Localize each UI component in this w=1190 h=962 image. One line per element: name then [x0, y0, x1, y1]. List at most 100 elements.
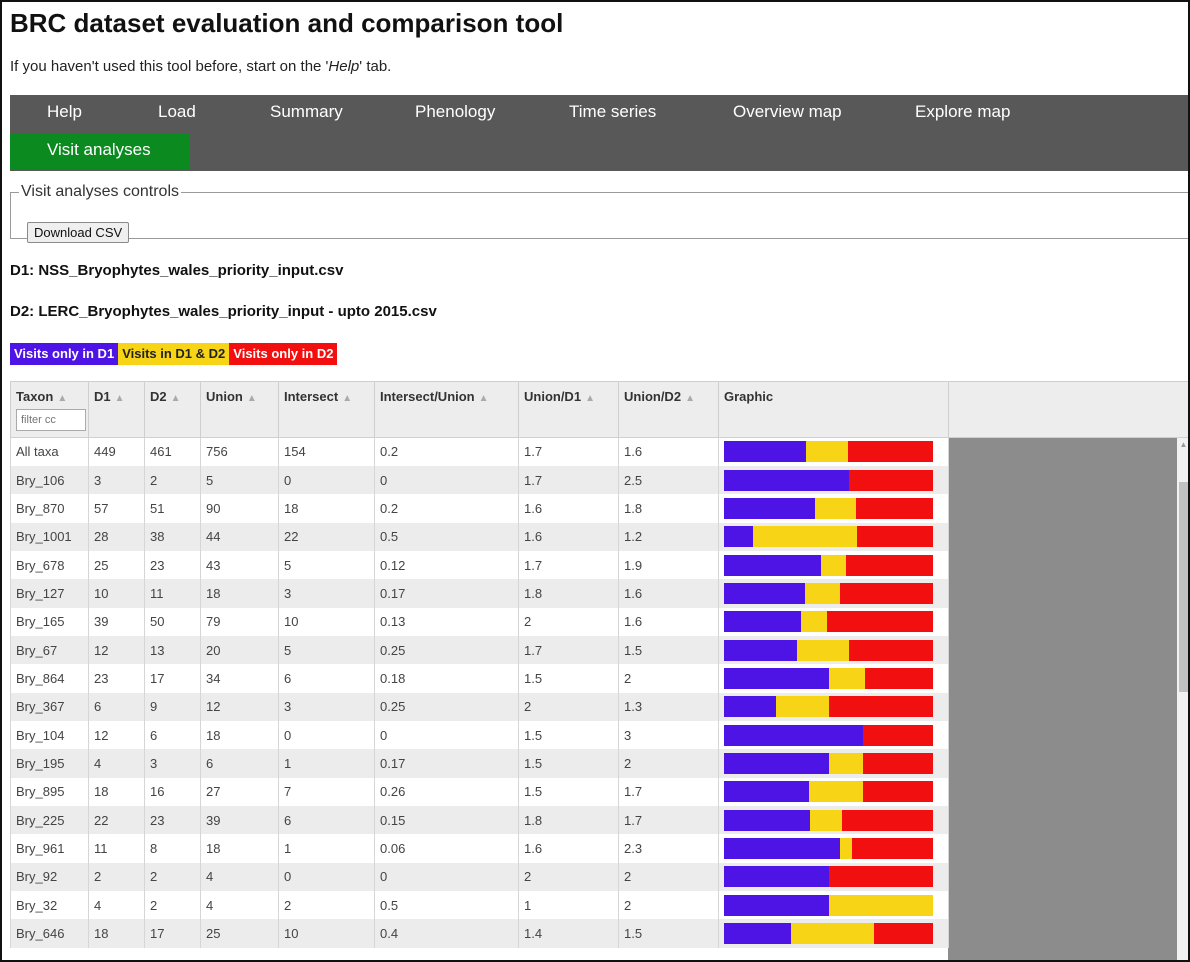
- visits-bar: [724, 554, 933, 576]
- tab-phenology[interactable]: Phenology: [378, 95, 535, 131]
- cell-taxon: All taxa: [10, 437, 89, 466]
- cell-union: 6: [200, 749, 279, 778]
- cell-intersect: 154: [278, 437, 375, 466]
- visits-legend: Visits only in D1 Visits in D1 & D2 Visi…: [10, 343, 338, 365]
- tab-explore-map[interactable]: Explore map: [878, 95, 1048, 131]
- table-row[interactable]: Bry_104 12 6 18 0 0 1.5 3: [10, 720, 949, 750]
- download-csv-button[interactable]: Download CSV: [27, 222, 130, 243]
- cell-union: 20: [200, 635, 279, 665]
- col-header-union-d2[interactable]: Union/D2 ▲: [618, 381, 719, 438]
- sort-icon: ▲: [585, 393, 595, 404]
- table-row[interactable]: Bry_195 4 3 6 1 0.17 1.5 2: [10, 749, 949, 778]
- cell-d2: 3: [144, 749, 201, 778]
- tab-visit-analyses[interactable]: Visit analyses: [10, 133, 190, 169]
- cell-graphic: [718, 522, 949, 551]
- sort-icon: ▲: [246, 393, 257, 404]
- col-header-d2[interactable]: D2 ▲: [144, 381, 201, 438]
- scrollbar-thumb[interactable]: [1179, 482, 1188, 692]
- table-row[interactable]: Bry_32 4 2 4 2 0.5 1 2: [10, 891, 949, 920]
- col-header-taxon[interactable]: Taxon ▲: [10, 381, 89, 438]
- table-row[interactable]: Bry_961 11 8 18 1 0.06 1.6 2.3: [10, 834, 949, 863]
- dataset-d2-label: D2: LERC_Bryophytes_wales_priority_input…: [10, 303, 437, 320]
- cell-union: 43: [200, 550, 279, 580]
- table-row[interactable]: Bry_870 57 51 90 18 0.2 1.6 1.8: [10, 494, 949, 523]
- intro-text-start: If you haven't used this tool before, st…: [10, 58, 329, 75]
- bar-segment-only-d1: [724, 809, 810, 831]
- cell-union-d1: 1.5: [518, 720, 619, 750]
- table-row[interactable]: All taxa 449 461 756 154 0.2 1.7 1.6: [10, 437, 949, 466]
- tab-summary[interactable]: Summary: [233, 95, 378, 131]
- bar-segment-only-d1: [724, 837, 841, 859]
- cell-taxon: Bry_104: [10, 720, 89, 750]
- bar-segment-both: [797, 639, 850, 661]
- table-row[interactable]: Bry_127 10 11 18 3 0.17 1.8 1.6: [10, 579, 949, 608]
- cell-taxon: Bry_1001: [10, 522, 89, 551]
- cell-taxon: Bry_92: [10, 862, 89, 891]
- visits-bar: [724, 866, 933, 888]
- cell-d1: 4: [88, 891, 145, 920]
- cell-union: 25: [200, 919, 279, 948]
- visit-analyses-table-container: Taxon▲ D1▲ D2▲ Union▲ Intersect▲ Interse…: [10, 381, 1190, 962]
- tab-help[interactable]: Help: [10, 95, 128, 131]
- cell-union: 5: [200, 465, 279, 495]
- table-row[interactable]: Bry_225 22 23 39 6 0.15 1.8 1.7: [10, 805, 949, 835]
- table-row[interactable]: Bry_67 12 13 20 5 0.25 1.7 1.5: [10, 635, 949, 665]
- cell-graphic: [718, 664, 949, 693]
- col-header-union[interactable]: Union ▲: [200, 381, 279, 438]
- visit-analyses-table: Taxon▲ D1▲ D2▲ Union▲ Intersect▲ Interse…: [10, 381, 949, 948]
- taxon-filter-input[interactable]: [16, 409, 86, 431]
- table-row[interactable]: Bry_895 18 16 27 7 0.26 1.5 1.7: [10, 777, 949, 806]
- col-header-union-d1[interactable]: Union/D1 ▲: [518, 381, 619, 438]
- tab-load[interactable]: Load: [121, 95, 233, 131]
- cell-union-d1: 1.5: [518, 749, 619, 778]
- cell-d2: 6: [144, 720, 201, 750]
- cell-graphic: [718, 720, 949, 750]
- cell-union-d1: 1.5: [518, 664, 619, 693]
- col-header-d2-label: D2: [150, 389, 167, 404]
- cell-graphic: [718, 550, 949, 580]
- bar-segment-only-d2: [840, 582, 933, 604]
- bar-segment-only-d1: [724, 696, 777, 718]
- table-scrollbar[interactable]: ▲: [1177, 438, 1190, 962]
- table-row[interactable]: Bry_1001 28 38 44 22 0.5 1.6 1.2: [10, 522, 949, 551]
- tab-time-series[interactable]: Time series: [532, 95, 695, 131]
- bar-segment-only-d2: [828, 866, 933, 888]
- cell-intersect: 2: [278, 891, 375, 920]
- cell-intersect: 5: [278, 635, 375, 665]
- table-row[interactable]: Bry_92 2 2 4 0 0 2 2: [10, 862, 949, 891]
- main-nav: Help Load Summary Phenology Time series …: [10, 95, 1190, 171]
- bar-segment-only-d2: [863, 752, 933, 774]
- cell-d2: 9: [144, 692, 201, 721]
- cell-graphic: [718, 494, 949, 523]
- tab-overview-map[interactable]: Overview map: [696, 95, 878, 131]
- col-header-intersect-union[interactable]: Intersect/Union ▲: [374, 381, 519, 438]
- table-row[interactable]: Bry_106 3 2 5 0 0 1.7 2.5: [10, 465, 949, 495]
- bar-segment-only-d1: [724, 441, 806, 463]
- cell-d1: 12: [88, 635, 145, 665]
- cell-d2: 17: [144, 664, 201, 693]
- col-header-intersect[interactable]: Intersect ▲: [278, 381, 375, 438]
- table-row[interactable]: Bry_678 25 23 43 5 0.12 1.7 1.9: [10, 550, 949, 580]
- table-row[interactable]: Bry_864 23 17 34 6 0.18 1.5 2: [10, 664, 949, 693]
- sort-icon: ▲: [57, 393, 68, 404]
- scroll-up-arrow-icon[interactable]: ▲: [1177, 438, 1190, 452]
- cell-union: 39: [200, 805, 279, 835]
- cell-union: 4: [200, 862, 279, 891]
- cell-taxon: Bry_106: [10, 465, 89, 495]
- table-row[interactable]: Bry_367 6 9 12 3 0.25 2 1.3: [10, 692, 949, 721]
- bar-segment-only-d1: [724, 526, 753, 548]
- cell-union-d1: 1.6: [518, 834, 619, 863]
- cell-d2: 2: [144, 862, 201, 891]
- cell-union-d1: 1.7: [518, 437, 619, 466]
- col-header-d1[interactable]: D1 ▲: [88, 381, 145, 438]
- table-row[interactable]: Bry_646 18 17 25 10 0.4 1.4 1.5: [10, 919, 949, 948]
- cell-union: 4: [200, 891, 279, 920]
- table-row[interactable]: Bry_165 39 50 79 10 0.13 2 1.6: [10, 607, 949, 636]
- bar-segment-only-d2: [848, 441, 933, 463]
- col-header-union-label: Union: [206, 389, 243, 404]
- sort-icon: ▲: [478, 393, 489, 404]
- bar-segment-both: [776, 696, 829, 718]
- cell-union-d2: 2.3: [618, 834, 719, 863]
- cell-intersect: 0: [278, 862, 375, 891]
- sort-icon: ▲: [114, 393, 125, 404]
